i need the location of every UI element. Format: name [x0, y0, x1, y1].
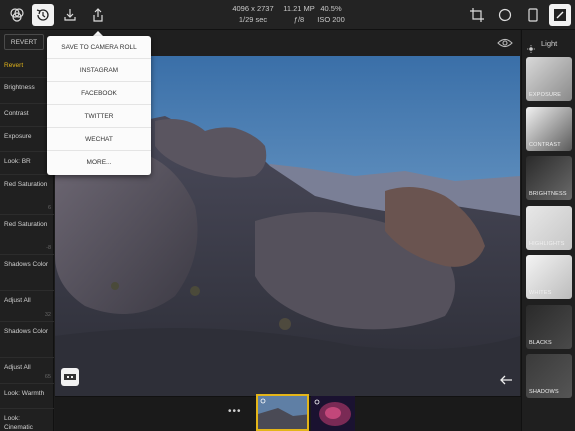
history-item-label: Revert	[4, 62, 24, 69]
history-item-label: Brightness	[4, 84, 35, 91]
back-arrow-icon[interactable]	[499, 372, 513, 390]
adjustment-tile[interactable]: SHADOWS	[526, 354, 572, 398]
history-item-label: Look: Cinematic	[4, 415, 33, 431]
sun-icon	[527, 40, 535, 58]
crop-icon[interactable]	[466, 4, 488, 26]
history-icon[interactable]	[32, 4, 54, 26]
history-item-value: 65	[44, 374, 51, 380]
history-item[interactable]: Shadows Color	[0, 322, 54, 358]
aperture: ƒ/8	[293, 15, 305, 24]
photo-dimensions: 4096 x 2737	[232, 4, 274, 13]
shutter-speed: 1/29 sec	[238, 15, 268, 24]
edit-icon[interactable]	[549, 4, 571, 26]
history-item[interactable]: Red Saturation -8	[0, 215, 54, 255]
share-icon[interactable]	[87, 4, 109, 26]
share-menu-item[interactable]: TWITTER	[47, 105, 151, 128]
history-item-label: Adjust All	[4, 297, 31, 304]
circle-icon[interactable]	[494, 4, 516, 26]
share-menu-item[interactable]: SAVE TO CAMERA ROLL	[47, 36, 151, 59]
desert-landscape-thumbnail[interactable]	[256, 394, 309, 431]
history-item-label: Look: BR	[4, 158, 31, 165]
zoom-block: 40.5% ISO 200	[317, 3, 345, 25]
eye-icon[interactable]	[497, 36, 513, 54]
history-item[interactable]: Exposure2	[0, 127, 54, 152]
adjustment-tile-label: EXPOSURE	[529, 92, 562, 98]
adjustment-tile-label: SHADOWS	[529, 389, 559, 395]
history-item-value: 32	[44, 312, 51, 318]
history-item[interactable]: Revert	[0, 56, 54, 78]
adjustment-tile-label: CONTRAST	[529, 141, 561, 148]
megapixels: 11.21 MP	[283, 4, 315, 13]
history-item-value: 6	[47, 205, 51, 211]
history-item[interactable]: Look: Warmth	[0, 384, 54, 409]
megapixels-block: 11.21 MP ƒ/8	[280, 3, 318, 25]
nebula-thumbnail[interactable]	[311, 396, 355, 431]
history-item-label: Contrast	[4, 110, 29, 117]
adjustment-tile-label: HIGHLIGHTS	[529, 240, 565, 247]
adjustment-tile[interactable]: WHITES	[526, 255, 572, 299]
history-item[interactable]: Look: Cinematic	[0, 409, 54, 431]
adjustment-tile[interactable]: HIGHLIGHTS	[526, 205, 572, 250]
adjustment-tile-label: WHITES	[529, 290, 552, 296]
history-item[interactable]: Look: BR	[0, 152, 54, 175]
top-toolbar: 4096 x 2737 1/29 sec 11.21 MP ƒ/8 40.5% …	[0, 0, 575, 30]
more-dots-button[interactable]: •••	[228, 406, 242, 417]
history-item[interactable]: Shadows Color	[0, 255, 54, 291]
download-icon[interactable]	[59, 4, 81, 26]
history-item[interactable]: Red Saturation 6	[0, 175, 54, 215]
history-item-label: Adjust All	[4, 364, 31, 371]
photo-dimensions-block: 4096 x 2737 1/29 sec	[228, 3, 278, 25]
adjustment-tile-label: BRIGHTNESS	[529, 191, 567, 197]
share-menu-item[interactable]: FACEBOOK	[47, 82, 151, 105]
history-item-label: Red Saturation	[4, 221, 48, 228]
adjustment-tile-label: BLACKS	[529, 339, 552, 346]
zoom-level: 40.5%	[320, 4, 342, 13]
history-item-label: Look: Warmth	[4, 390, 45, 397]
share-menu-item[interactable]: INSTAGRAM	[47, 59, 151, 82]
iso: ISO 200	[317, 15, 345, 24]
panel-title: Light	[541, 39, 558, 48]
history-item-label: Exposure	[4, 133, 32, 140]
share-menu-item[interactable]: MORE...	[47, 151, 151, 174]
history-item-label: Shadows Color	[4, 261, 49, 268]
compare-icon[interactable]	[61, 368, 79, 386]
adjustment-tile[interactable]: BRIGHTNESS	[526, 156, 572, 200]
history-item[interactable]: Adjust All 65	[0, 358, 54, 384]
filters-icon[interactable]	[6, 4, 28, 26]
share-menu: SAVE TO CAMERA ROLL INSTAGRAM FACEBOOK TWIT…	[47, 36, 151, 175]
history-item[interactable]: Brightness	[0, 78, 54, 104]
share-menu-item[interactable]: WECHAT	[47, 128, 151, 151]
history-item-value: -8	[46, 245, 51, 251]
history-item-label: Shadows Color	[4, 328, 49, 335]
history-item-label: Red Saturation	[4, 181, 48, 188]
portrait-icon[interactable]	[522, 4, 544, 26]
revert-button[interactable]: REVERT	[4, 34, 44, 50]
history-item[interactable]: Adjust All 32	[0, 291, 54, 322]
adjustment-tile[interactable]: CONTRAST	[526, 106, 572, 151]
adjustment-tile[interactable]: EXPOSURE	[526, 57, 572, 101]
adjustment-tile[interactable]: BLACKS	[526, 304, 572, 349]
history-item[interactable]: Contrast2	[0, 104, 54, 127]
